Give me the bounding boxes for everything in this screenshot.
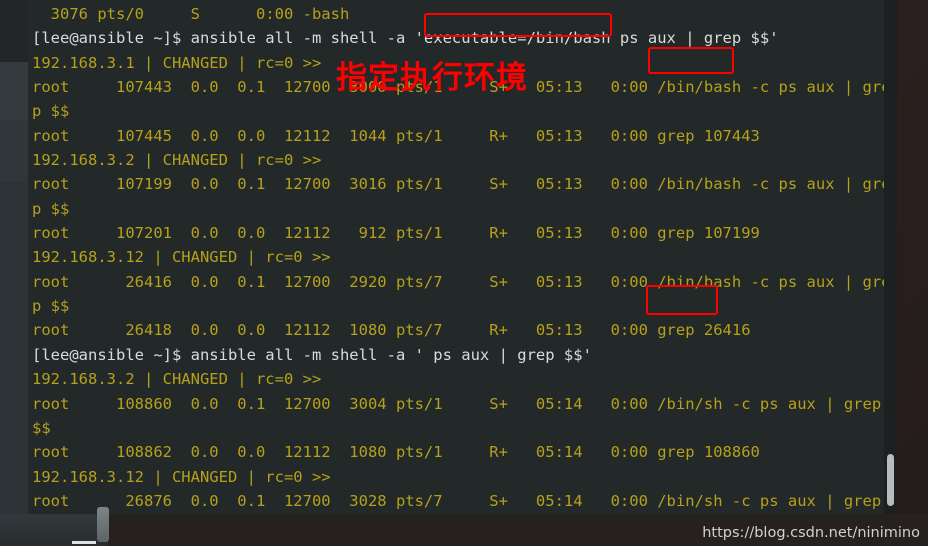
terminal-line: root 107199 0.0 0.1 12700 3016 pts/1 S+ …: [32, 175, 891, 194]
terminal-line: $$: [32, 418, 51, 437]
terminal-line: root 107445 0.0 0.0 12112 1044 pts/1 R+ …: [32, 126, 760, 145]
terminal-line: root 26876 0.0 0.1 12700 3028 pts/7 S+ 0…: [32, 491, 882, 510]
terminal-line: root 108860 0.0 0.1 12700 3004 pts/1 S+ …: [32, 394, 882, 413]
terminal-line: root 108862 0.0 0.0 12112 1080 pts/1 R+ …: [32, 443, 760, 462]
annotation-note-text: 指定执行环境: [336, 60, 528, 96]
terminal-line: 3076 pts/0 S 0:00 -bash: [32, 5, 350, 23]
terminal-line: 192.168.3.2 | CHANGED | rc=0 >>: [32, 151, 322, 170]
terminal-scrollbar[interactable]: [884, 0, 897, 514]
terminal-line: 192.168.3.2 | CHANGED | rc=0 >>: [32, 370, 322, 389]
terminal-line: root 107201 0.0 0.0 12112 912 pts/1 R+ 0…: [32, 224, 760, 243]
terminal-line: p $$: [32, 297, 70, 316]
terminal-line: p $$: [32, 199, 70, 218]
screen: 14:#e1e2$e1e2 3076 pts/0 S 0:00 -bash[le…: [0, 0, 928, 546]
terminal-line: root 26416 0.0 0.1 12700 2920 pts/7 S+ 0…: [32, 272, 891, 291]
taskbar-drag-handle[interactable]: [97, 507, 109, 542]
terminal-line: p $$: [32, 102, 70, 121]
taskbar-active-indicator: [72, 541, 96, 544]
terminal-line: 192.168.3.12 | CHANGED | rc=0 >>: [32, 467, 331, 486]
watermark-url: https://blog.csdn.net/ninimino: [702, 525, 920, 541]
terminal-scrollbar-thumb[interactable]: [887, 454, 894, 506]
terminal-line: 192.168.3.12 | CHANGED | rc=0 >>: [32, 248, 331, 267]
terminal-line: [lee@ansible ~]$ ansible all -m shell -a…: [32, 345, 592, 364]
terminal-line: [lee@ansible ~]$ ansible all -m shell -a…: [32, 29, 779, 48]
terminal-line: root 26418 0.0 0.0 12112 1080 pts/7 R+ 0…: [32, 321, 751, 340]
